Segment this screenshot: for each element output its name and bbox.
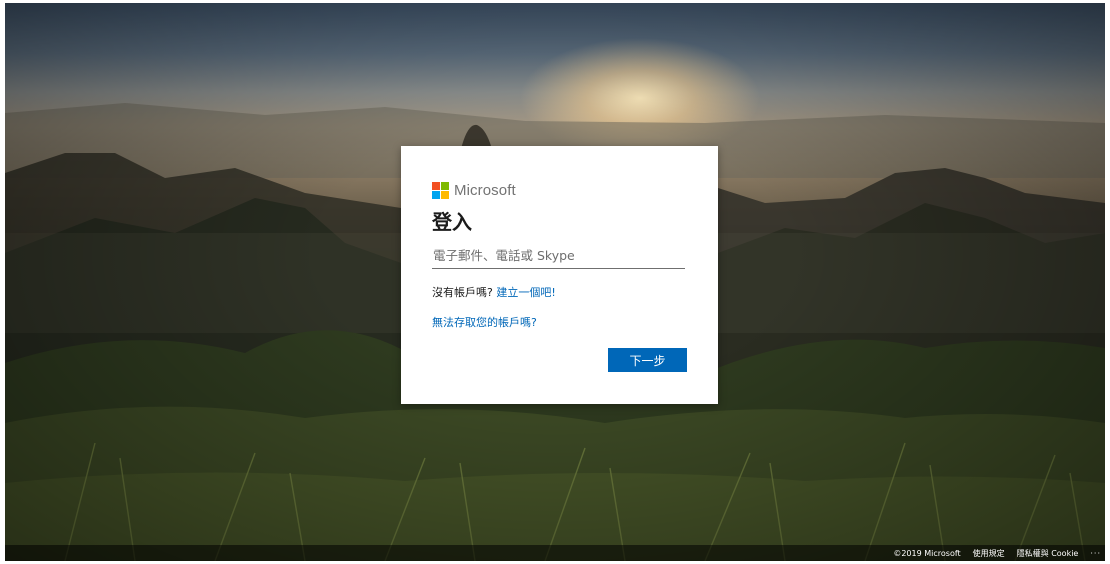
cant-access-link[interactable]: 無法存取您的帳戶嗎? (432, 316, 537, 329)
no-account-row: 沒有帳戶嗎? 建立一個吧! (432, 285, 687, 301)
brand-name: Microsoft (454, 181, 516, 199)
button-row: 下一步 (608, 348, 687, 372)
page-title: 登入 (432, 210, 472, 234)
brand-header: Microsoft (432, 180, 687, 200)
copyright-text: ©2019 Microsoft (893, 548, 961, 558)
no-account-text: 沒有帳戶嗎? (432, 286, 493, 299)
create-account-link[interactable]: 建立一個吧! (496, 286, 555, 299)
sign-in-page: Microsoft 登入 沒有帳戶嗎? 建立一個吧! 無法存取您的帳戶嗎? 下一… (5, 3, 1105, 561)
next-button[interactable]: 下一步 (608, 348, 687, 372)
sign-in-card: Microsoft 登入 沒有帳戶嗎? 建立一個吧! 無法存取您的帳戶嗎? 下一… (401, 146, 718, 404)
page-footer: ©2019 Microsoft 使用規定 隱私權與 Cookie ··· (5, 545, 1105, 561)
privacy-cookies-link[interactable]: 隱私權與 Cookie (1017, 548, 1079, 559)
microsoft-logo-icon (432, 181, 449, 199)
terms-link[interactable]: 使用規定 (973, 548, 1005, 559)
more-options-icon[interactable]: ··· (1090, 549, 1101, 558)
account-input[interactable] (432, 243, 685, 269)
cant-access-row: 無法存取您的帳戶嗎? (432, 315, 687, 331)
